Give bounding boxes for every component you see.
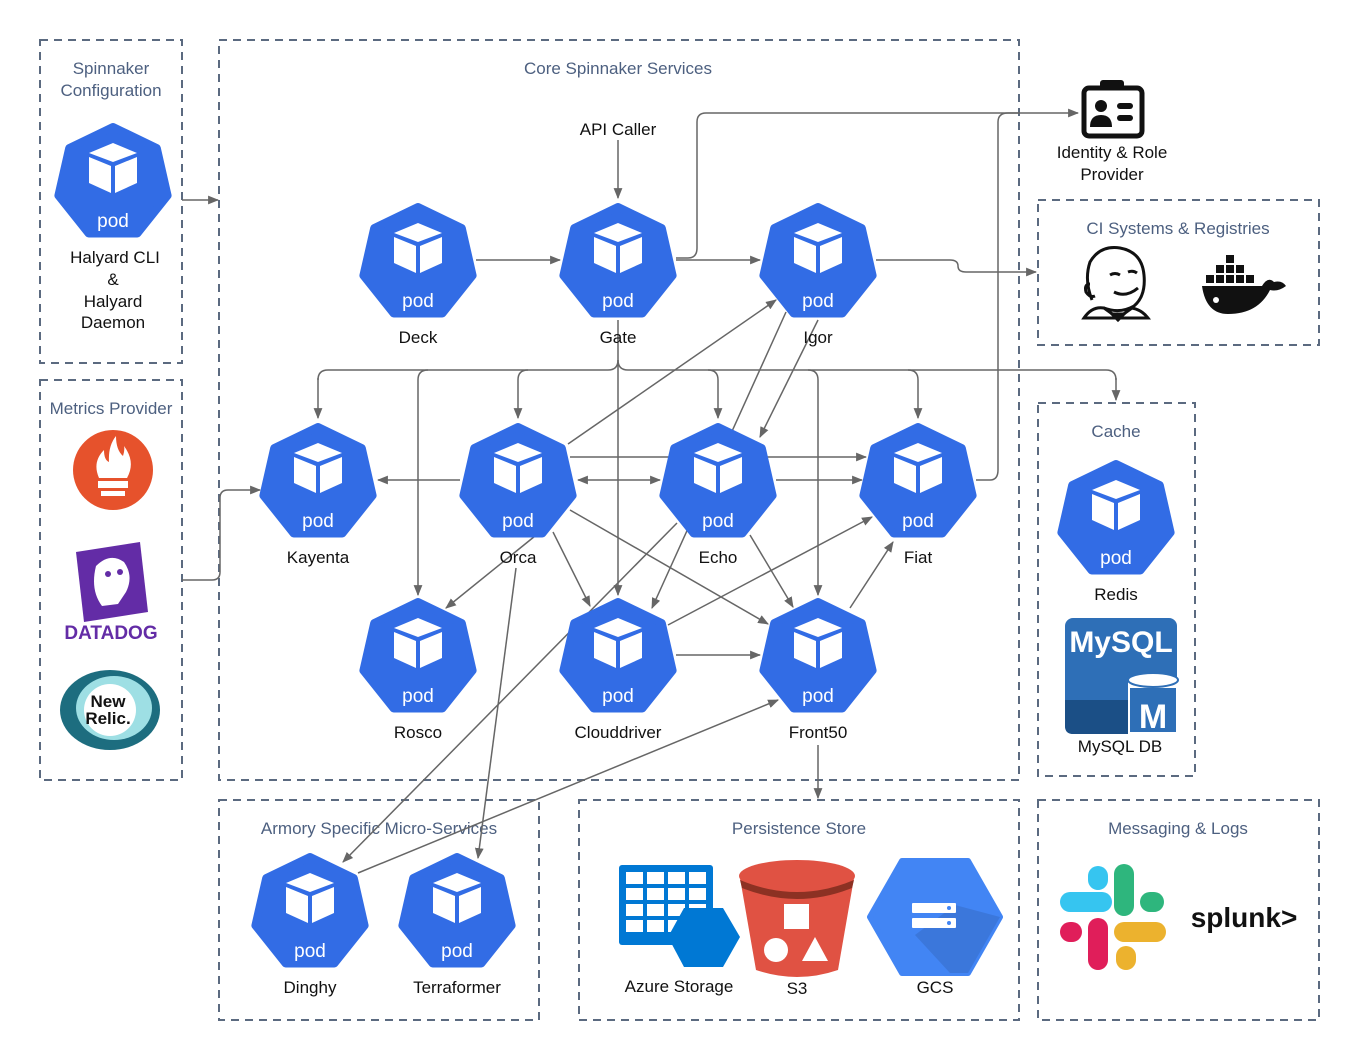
pod-front50: pod Front50	[759, 598, 877, 742]
slack-logo	[1060, 864, 1166, 970]
group-title: Persistence Store	[732, 819, 866, 838]
pod-badge: pod	[902, 511, 934, 532]
group-ci-systems: CI Systems & Registries	[1037, 199, 1320, 346]
pod-terraformer: pod Terraformer	[398, 853, 516, 997]
edge-gate-to-rosco	[413, 369, 429, 597]
pod-badge: pod	[294, 941, 326, 962]
edge-fiat-to-identity	[976, 112, 1020, 481]
pod-badge: pod	[802, 686, 834, 707]
pod-badge: pod	[702, 511, 734, 532]
edge-front50-to-fiat	[849, 541, 894, 609]
jenkins-logo	[1081, 246, 1152, 323]
docker-logo	[1202, 255, 1286, 314]
pod-badge: pod	[441, 941, 473, 962]
pod-badge: pod	[602, 686, 634, 707]
halyard-line: &	[107, 270, 119, 289]
mysql-wordmark: MySQL	[1069, 626, 1172, 659]
service-label: Dinghy	[284, 978, 337, 997]
edge-orca-to-clouddriver	[552, 531, 591, 607]
service-label: Orca	[500, 548, 537, 567]
group-title: Cache	[1091, 422, 1140, 441]
edge-gate-to-echo	[707, 369, 723, 420]
edge-orca-to-terraformer	[474, 567, 517, 860]
id-badge-icon	[1081, 80, 1145, 139]
identity-label: Provider	[1080, 165, 1144, 184]
newrelic-text: Relic.	[85, 709, 130, 728]
pod-badge: pod	[402, 686, 434, 707]
group-title: Core Spinnaker Services	[524, 59, 712, 78]
identity-provider: Identity & Role Provider	[1057, 80, 1168, 184]
group-title: Armory Specific Micro-Services	[261, 819, 497, 838]
pod-badge: pod	[602, 291, 634, 312]
service-label: Deck	[399, 328, 438, 347]
halyard-line: Halyard CLI	[70, 248, 160, 267]
edge-igor-to-ci	[876, 259, 1038, 277]
pod-kayenta: pod Kayenta	[259, 423, 377, 567]
pod-badge: pod	[302, 511, 334, 532]
pod-fiat: pod Fiat	[859, 423, 977, 567]
newrelic-logo: New Relic.	[60, 670, 160, 750]
service-label: Rosco	[394, 723, 442, 742]
datadog-logo: DATADOG	[64, 542, 158, 644]
pods: pod pod Deck pod Gate pod Igor pod Kayenta pod Orc…	[54, 123, 1175, 997]
edge-gate-to-fiat	[907, 369, 923, 420]
architecture-diagram: Spinnaker Configuration Metrics Provider…	[39, 39, 1320, 1021]
splunk-logo: splunk>	[1191, 902, 1298, 933]
edge-gate-to-orca	[513, 369, 529, 420]
datadog-wordmark: DATADOG	[64, 623, 157, 644]
service-label: Terraformer	[413, 978, 501, 997]
pod-badge: pod	[802, 291, 834, 312]
group-title: CI Systems & Registries	[1086, 219, 1269, 238]
identity-label: Identity & Role	[1057, 143, 1168, 162]
pod-badge: pod	[402, 291, 434, 312]
service-label: Front50	[789, 723, 848, 742]
mysql-logo: MySQL M MySQL DB	[1065, 618, 1179, 756]
service-label: Redis	[1094, 585, 1137, 604]
service-label: Echo	[699, 548, 738, 567]
group-title: Configuration	[60, 81, 161, 100]
edge-gate-bus-right	[617, 359, 1117, 381]
pod-badge: pod	[1100, 548, 1132, 569]
edge-gate-bus	[317, 320, 619, 381]
azure-storage-label: Azure Storage	[625, 977, 734, 996]
edge-metrics-to-kayenta	[182, 485, 262, 581]
pod-dinghy: pod Dinghy	[251, 853, 369, 997]
service-label: Igor	[803, 328, 833, 347]
pod-orca: pod Orca	[459, 423, 577, 567]
halyard-line: Halyard	[84, 292, 143, 311]
pod-badge: pod	[502, 511, 534, 532]
pod-deck: pod Deck	[359, 203, 477, 347]
pod-badge: pod	[97, 211, 129, 232]
mysql-badge: M	[1139, 698, 1167, 736]
service-label: Fiat	[904, 548, 933, 567]
prometheus-logo	[73, 430, 153, 510]
service-label: Clouddriver	[575, 723, 662, 742]
gcs-label: GCS	[917, 978, 954, 997]
group-title: Messaging & Logs	[1108, 819, 1248, 838]
edge-gate-to-front50	[807, 369, 823, 597]
gcs-logo: GCS	[867, 858, 1003, 997]
group-title: Spinnaker	[73, 59, 150, 78]
pod-clouddriver: pod Clouddriver	[559, 598, 677, 742]
service-label: Gate	[600, 328, 637, 347]
edge-gate-to-identity	[676, 108, 1080, 259]
group-title: Metrics Provider	[50, 399, 173, 418]
edge-orca-to-igor	[567, 299, 777, 445]
azure-storage-logo: Azure Storage	[619, 865, 740, 996]
api-caller-label: API Caller	[580, 120, 657, 139]
service-label: Kayenta	[287, 548, 350, 567]
halyard-line: Daemon	[81, 313, 145, 332]
s3-label: S3	[787, 979, 808, 998]
mysql-label: MySQL DB	[1078, 737, 1162, 756]
pod-halyard: pod	[54, 123, 172, 238]
edge-orca-to-rosco	[445, 531, 541, 609]
halyard-label: Halyard CLI & Halyard Daemon	[70, 248, 160, 332]
pod-redis: pod Redis	[1057, 460, 1175, 604]
s3-logo: S3	[739, 860, 855, 998]
pod-rosco: pod Rosco	[359, 598, 477, 742]
